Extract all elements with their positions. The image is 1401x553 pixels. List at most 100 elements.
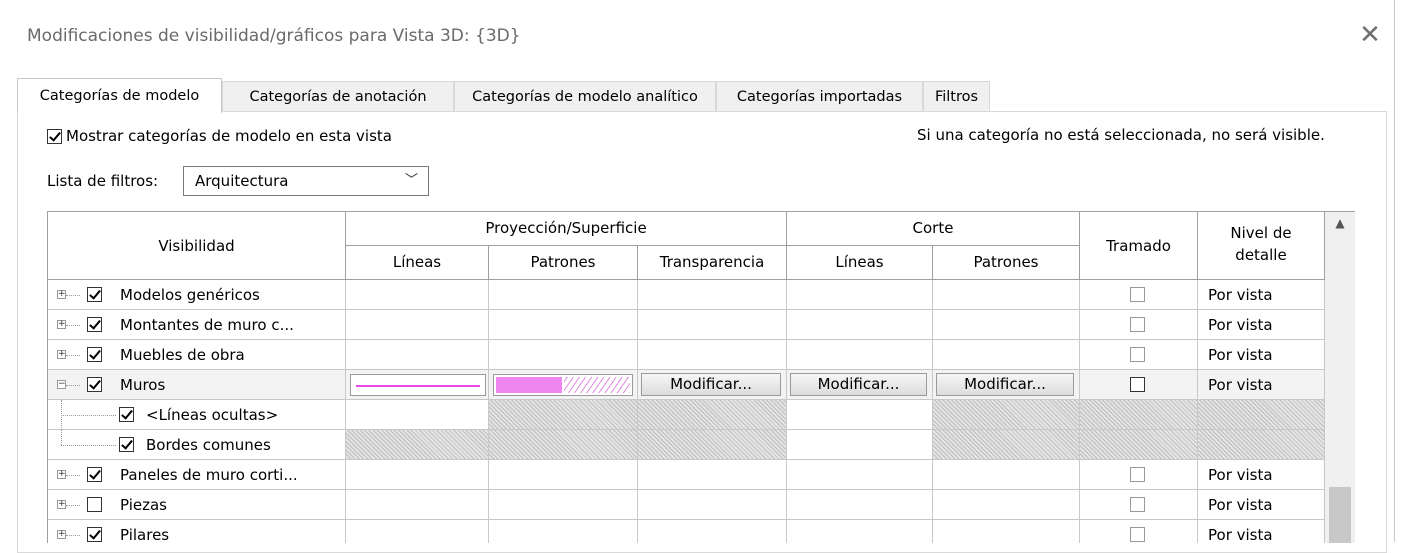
halftone-checkbox[interactable] bbox=[1130, 347, 1145, 362]
tab-analytical-model-categories[interactable]: Categorías de modelo analítico bbox=[454, 81, 716, 112]
halftone-checkbox[interactable] bbox=[1130, 377, 1145, 392]
visibility-checkbox[interactable] bbox=[87, 317, 102, 332]
visibility-checkbox[interactable] bbox=[87, 287, 102, 302]
table-row[interactable]: − Muros Modificar... Modificar... Modificar.… bbox=[48, 370, 1325, 400]
cell-visibility: + Piezas bbox=[48, 490, 346, 520]
header-proj-transparency[interactable]: Transparencia bbox=[638, 246, 787, 280]
expand-icon[interactable]: + bbox=[57, 290, 66, 299]
visibility-checkbox[interactable] bbox=[87, 347, 102, 362]
visibility-checkbox[interactable] bbox=[87, 497, 102, 512]
subcategory-name: Bordes comunes bbox=[146, 436, 271, 454]
projection-lines-button[interactable] bbox=[350, 374, 486, 396]
header-detail-level-line2: detalle bbox=[1235, 246, 1287, 264]
cell-halftone bbox=[1080, 340, 1198, 370]
cell-detail-level: Por vista bbox=[1198, 520, 1325, 543]
header-visibility[interactable]: Visibilidad bbox=[48, 212, 346, 280]
cell-proj-lines bbox=[346, 430, 489, 460]
header-proj-lines[interactable]: Líneas bbox=[346, 246, 489, 280]
cell-proj-lines bbox=[346, 310, 489, 340]
halftone-checkbox[interactable] bbox=[1130, 317, 1145, 332]
detail-level-value[interactable]: Por vista bbox=[1198, 496, 1273, 514]
header-cut-patterns[interactable]: Patrones bbox=[933, 246, 1080, 280]
header-cut-lines[interactable]: Líneas bbox=[787, 246, 933, 280]
halftone-checkbox[interactable] bbox=[1130, 467, 1145, 482]
category-name: Pilares bbox=[120, 526, 170, 543]
cut-patterns-modify-button[interactable]: Modificar... bbox=[936, 373, 1074, 396]
tree-connector bbox=[66, 385, 80, 386]
cell-cut-lines bbox=[787, 520, 933, 543]
expand-icon[interactable]: + bbox=[57, 470, 66, 479]
collapse-icon[interactable]: − bbox=[57, 380, 66, 389]
header-detail-level[interactable]: Nivel de detalle bbox=[1198, 212, 1325, 280]
table-row[interactable]: + Piezas Por vista bbox=[48, 490, 1325, 520]
header-proj-patterns[interactable]: Patrones bbox=[489, 246, 638, 280]
cell-cut-patterns bbox=[933, 430, 1080, 460]
expand-icon[interactable]: + bbox=[57, 530, 66, 539]
cell-proj-transparency bbox=[638, 280, 787, 310]
cell-proj-lines bbox=[346, 340, 489, 370]
visibility-graphics-dialog: Modificaciones de visibilidad/gráficos p… bbox=[0, 0, 1395, 553]
detail-level-value[interactable]: Por vista bbox=[1198, 376, 1273, 394]
table-row[interactable]: + Montantes de muro c... Por vista bbox=[48, 310, 1325, 340]
cell-proj-patterns bbox=[489, 340, 638, 370]
cell-halftone bbox=[1080, 460, 1198, 490]
cell-proj-patterns bbox=[489, 460, 638, 490]
visibility-checkbox[interactable] bbox=[87, 467, 102, 482]
expand-icon[interactable]: + bbox=[57, 320, 66, 329]
tree-connector bbox=[61, 430, 62, 445]
visibility-checkbox[interactable] bbox=[87, 527, 102, 542]
cell-proj-patterns bbox=[489, 370, 638, 400]
table-row[interactable]: + Paneles de muro corti... Por vista bbox=[48, 460, 1325, 490]
tree-connector bbox=[61, 445, 116, 446]
tab-annotation-categories[interactable]: Categorías de anotación bbox=[222, 81, 454, 112]
tab-model-categories[interactable]: Categorías de modelo bbox=[17, 78, 222, 113]
cell-proj-transparency bbox=[638, 340, 787, 370]
scrollbar-thumb[interactable] bbox=[1329, 487, 1351, 543]
visibility-checkbox[interactable] bbox=[119, 437, 134, 452]
halftone-checkbox[interactable] bbox=[1130, 527, 1145, 542]
detail-level-value[interactable]: Por vista bbox=[1198, 316, 1273, 334]
show-categories-checkbox[interactable]: Mostrar categorías de modelo en esta vis… bbox=[47, 127, 392, 145]
transparency-modify-button[interactable]: Modificar... bbox=[641, 373, 781, 396]
cell-cut-lines bbox=[787, 400, 933, 430]
table-row[interactable]: + Muebles de obra Por vista bbox=[48, 340, 1325, 370]
halftone-checkbox[interactable] bbox=[1130, 287, 1145, 302]
cell-proj-lines bbox=[346, 370, 489, 400]
visibility-checkbox[interactable] bbox=[87, 377, 102, 392]
cell-detail-level: Por vista bbox=[1198, 370, 1325, 400]
header-halftone[interactable]: Tramado bbox=[1080, 212, 1198, 280]
halftone-checkbox[interactable] bbox=[1130, 497, 1145, 512]
cell-detail-level bbox=[1198, 400, 1325, 430]
close-icon[interactable]: ✕ bbox=[1355, 20, 1385, 50]
detail-level-value[interactable]: Por vista bbox=[1198, 526, 1273, 543]
filter-list-dropdown[interactable]: Arquitectura ﹀ bbox=[183, 166, 429, 196]
tab-filters[interactable]: Filtros bbox=[923, 81, 990, 112]
vertical-scrollbar[interactable]: ▲ bbox=[1325, 212, 1355, 543]
table-row[interactable]: <Líneas ocultas> bbox=[48, 400, 1325, 430]
table-row[interactable]: + Pilares Por vista bbox=[48, 520, 1325, 543]
subcategory-name: <Líneas ocultas> bbox=[146, 406, 279, 424]
detail-level-value[interactable]: Por vista bbox=[1198, 286, 1273, 304]
scroll-up-icon[interactable]: ▲ bbox=[1325, 216, 1355, 230]
table-row[interactable]: + Modelos genéricos Por vista bbox=[48, 280, 1325, 310]
cell-proj-transparency bbox=[638, 430, 787, 460]
cut-lines-modify-button[interactable]: Modificar... bbox=[790, 373, 927, 396]
tab-imported-categories[interactable]: Categorías importadas bbox=[716, 81, 923, 112]
tree-connector bbox=[61, 415, 116, 416]
detail-level-value[interactable]: Por vista bbox=[1198, 346, 1273, 364]
category-name: Muebles de obra bbox=[120, 346, 245, 364]
cell-cut-patterns bbox=[933, 490, 1080, 520]
tree-connector bbox=[66, 505, 80, 506]
detail-level-value[interactable]: Por vista bbox=[1198, 466, 1273, 484]
visibility-checkbox[interactable] bbox=[119, 407, 134, 422]
projection-patterns-button[interactable] bbox=[493, 374, 633, 396]
cell-visibility: + Pilares bbox=[48, 520, 346, 543]
expand-icon[interactable]: + bbox=[57, 500, 66, 509]
cell-cut-patterns bbox=[933, 310, 1080, 340]
table-row[interactable]: Bordes comunes bbox=[48, 430, 1325, 460]
cell-proj-patterns bbox=[489, 430, 638, 460]
cell-halftone bbox=[1080, 400, 1198, 430]
tree-connector bbox=[66, 325, 80, 326]
checkbox-icon[interactable] bbox=[47, 129, 62, 144]
expand-icon[interactable]: + bbox=[57, 350, 66, 359]
